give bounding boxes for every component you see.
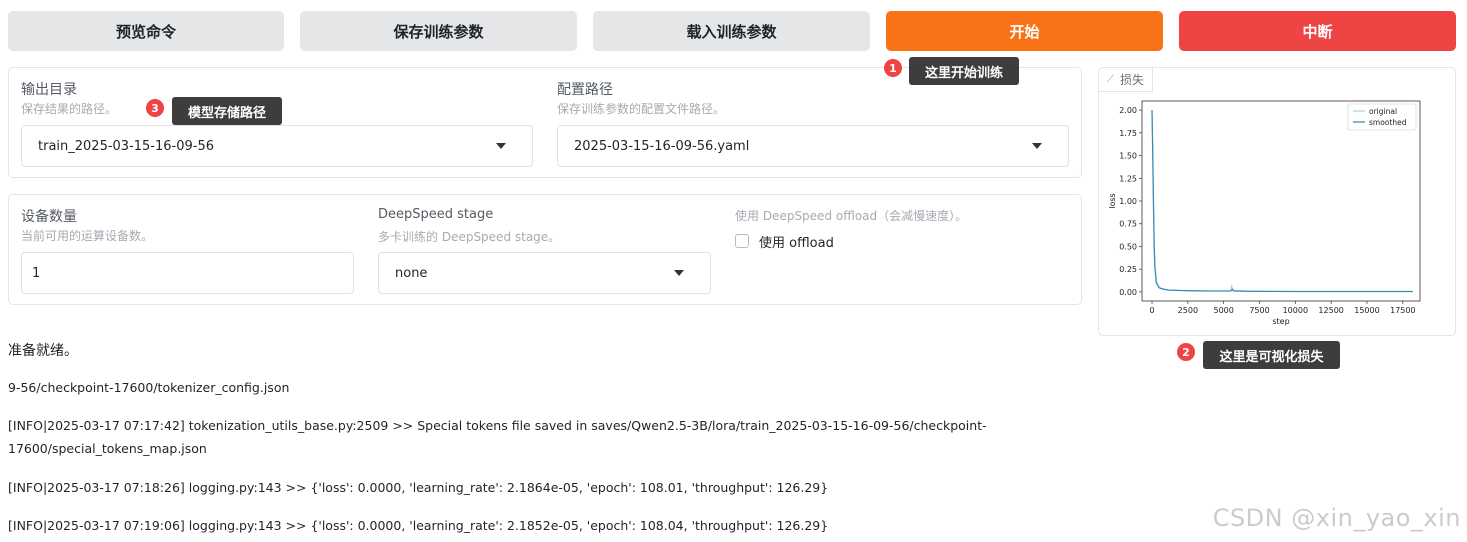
legend-label-original: original [1369,107,1397,116]
y-tick-label: 0.25 [1119,265,1137,274]
loss-chart: 0 2500 5000 7500 10000 12500 15000 17500 0.00 0.2… [1108,100,1421,326]
x-tick-label: 0 [1149,306,1154,315]
x-tick-label: 5000 [1214,306,1234,315]
annotation-3-badge: 3 [146,99,164,117]
annotation-1-badge: 1 [884,59,902,77]
y-tick-label: 0.75 [1119,220,1137,229]
y-tick-label: 0.00 [1119,288,1137,297]
config-path-label: 配置路径 [557,82,613,98]
device-count-value: 1 [32,265,41,281]
chevron-down-icon [496,143,506,149]
log-line: 17600/special_tokens_map.json [8,441,207,456]
stop-button[interactable]: 中断 [1179,11,1456,51]
y-axis-label: loss [1108,193,1117,208]
annotation-2-tooltip: 这里是可视化损失 [1203,341,1340,369]
device-count-input[interactable]: 1 [21,252,354,294]
x-tick-label: 10000 [1283,306,1308,315]
log-line: [INFO|2025-03-17 07:18:26] logging.py:14… [8,480,829,495]
y-tick-label: 0.50 [1119,242,1137,251]
annotation-2-badge: 2 [1177,343,1195,361]
status-text: 准备就绪。 [8,343,78,359]
x-tick-label: 12500 [1318,306,1343,315]
output-dir-info: 保存结果的路径。 [21,102,118,116]
log-line: 9-56/checkpoint-17600/tokenizer_config.j… [8,380,290,395]
y-tick-label: 1.75 [1119,129,1137,138]
y-tick-label: 2.00 [1119,106,1137,115]
chevron-down-icon [674,270,684,276]
annotation-1-tooltip: 这里开始训练 [909,57,1019,85]
config-path-value: 2025-03-15-16-09-56.yaml [574,138,750,154]
output-dir-dropdown[interactable]: train_2025-03-15-16-09-56 [21,125,533,167]
watermark: CSDN @xin_yao_xin [1212,504,1461,532]
y-tick-label: 1.00 [1119,197,1137,206]
start-button[interactable]: 开始 [886,11,1163,51]
output-dir-label: 输出目录 [21,82,77,98]
ds-stage-info: 多卡训练的 DeepSpeed stage。 [378,230,561,244]
x-tick-label: 15000 [1354,306,1379,315]
plot-frame [1141,100,1421,302]
save-args-button[interactable]: 保存训练参数 [300,11,577,51]
loss-tab-label: 损失 [1120,73,1145,87]
x-tick-label: 17500 [1390,306,1415,315]
ds-offload-label: 使用 offload [759,236,834,251]
loss-tab[interactable]: ⟋ 损失 [1099,68,1154,92]
config-path-dropdown[interactable]: 2025-03-15-16-09-56.yaml [557,125,1069,167]
x-tick-label: 2500 [1178,306,1198,315]
log-line: [INFO|2025-03-17 07:17:42] tokenization_… [8,418,987,433]
output-dir-value: train_2025-03-15-16-09-56 [38,138,215,154]
ds-stage-label: DeepSpeed stage [378,207,494,222]
chevron-down-icon [1032,143,1042,149]
ds-offload-info: 使用 DeepSpeed offload（会减慢速度）。 [735,209,968,223]
preview-command-button[interactable]: 预览命令 [8,11,284,51]
legend-label-smoothed: smoothed [1369,118,1407,127]
y-tick-label: 1.50 [1119,152,1137,161]
ds-offload-checkbox[interactable] [735,234,749,248]
log-line: [INFO|2025-03-17 07:19:06] logging.py:14… [8,518,829,533]
device-count-info: 当前可用的运算设备数。 [21,229,154,243]
annotation-3-tooltip: 模型存储路径 [172,97,282,125]
config-path-info: 保存训练参数的配置文件路径。 [557,102,726,116]
device-count-label: 设备数量 [21,209,77,225]
x-tick-label: 7500 [1249,306,1269,315]
ds-stage-dropdown[interactable]: none [378,252,711,294]
ds-stage-value: none [395,265,428,281]
x-axis-label: step [1272,317,1289,326]
y-tick-label: 1.25 [1119,174,1137,183]
chart-icon: ⟋ [1107,74,1114,85]
load-args-button[interactable]: 载入训练参数 [593,11,870,51]
